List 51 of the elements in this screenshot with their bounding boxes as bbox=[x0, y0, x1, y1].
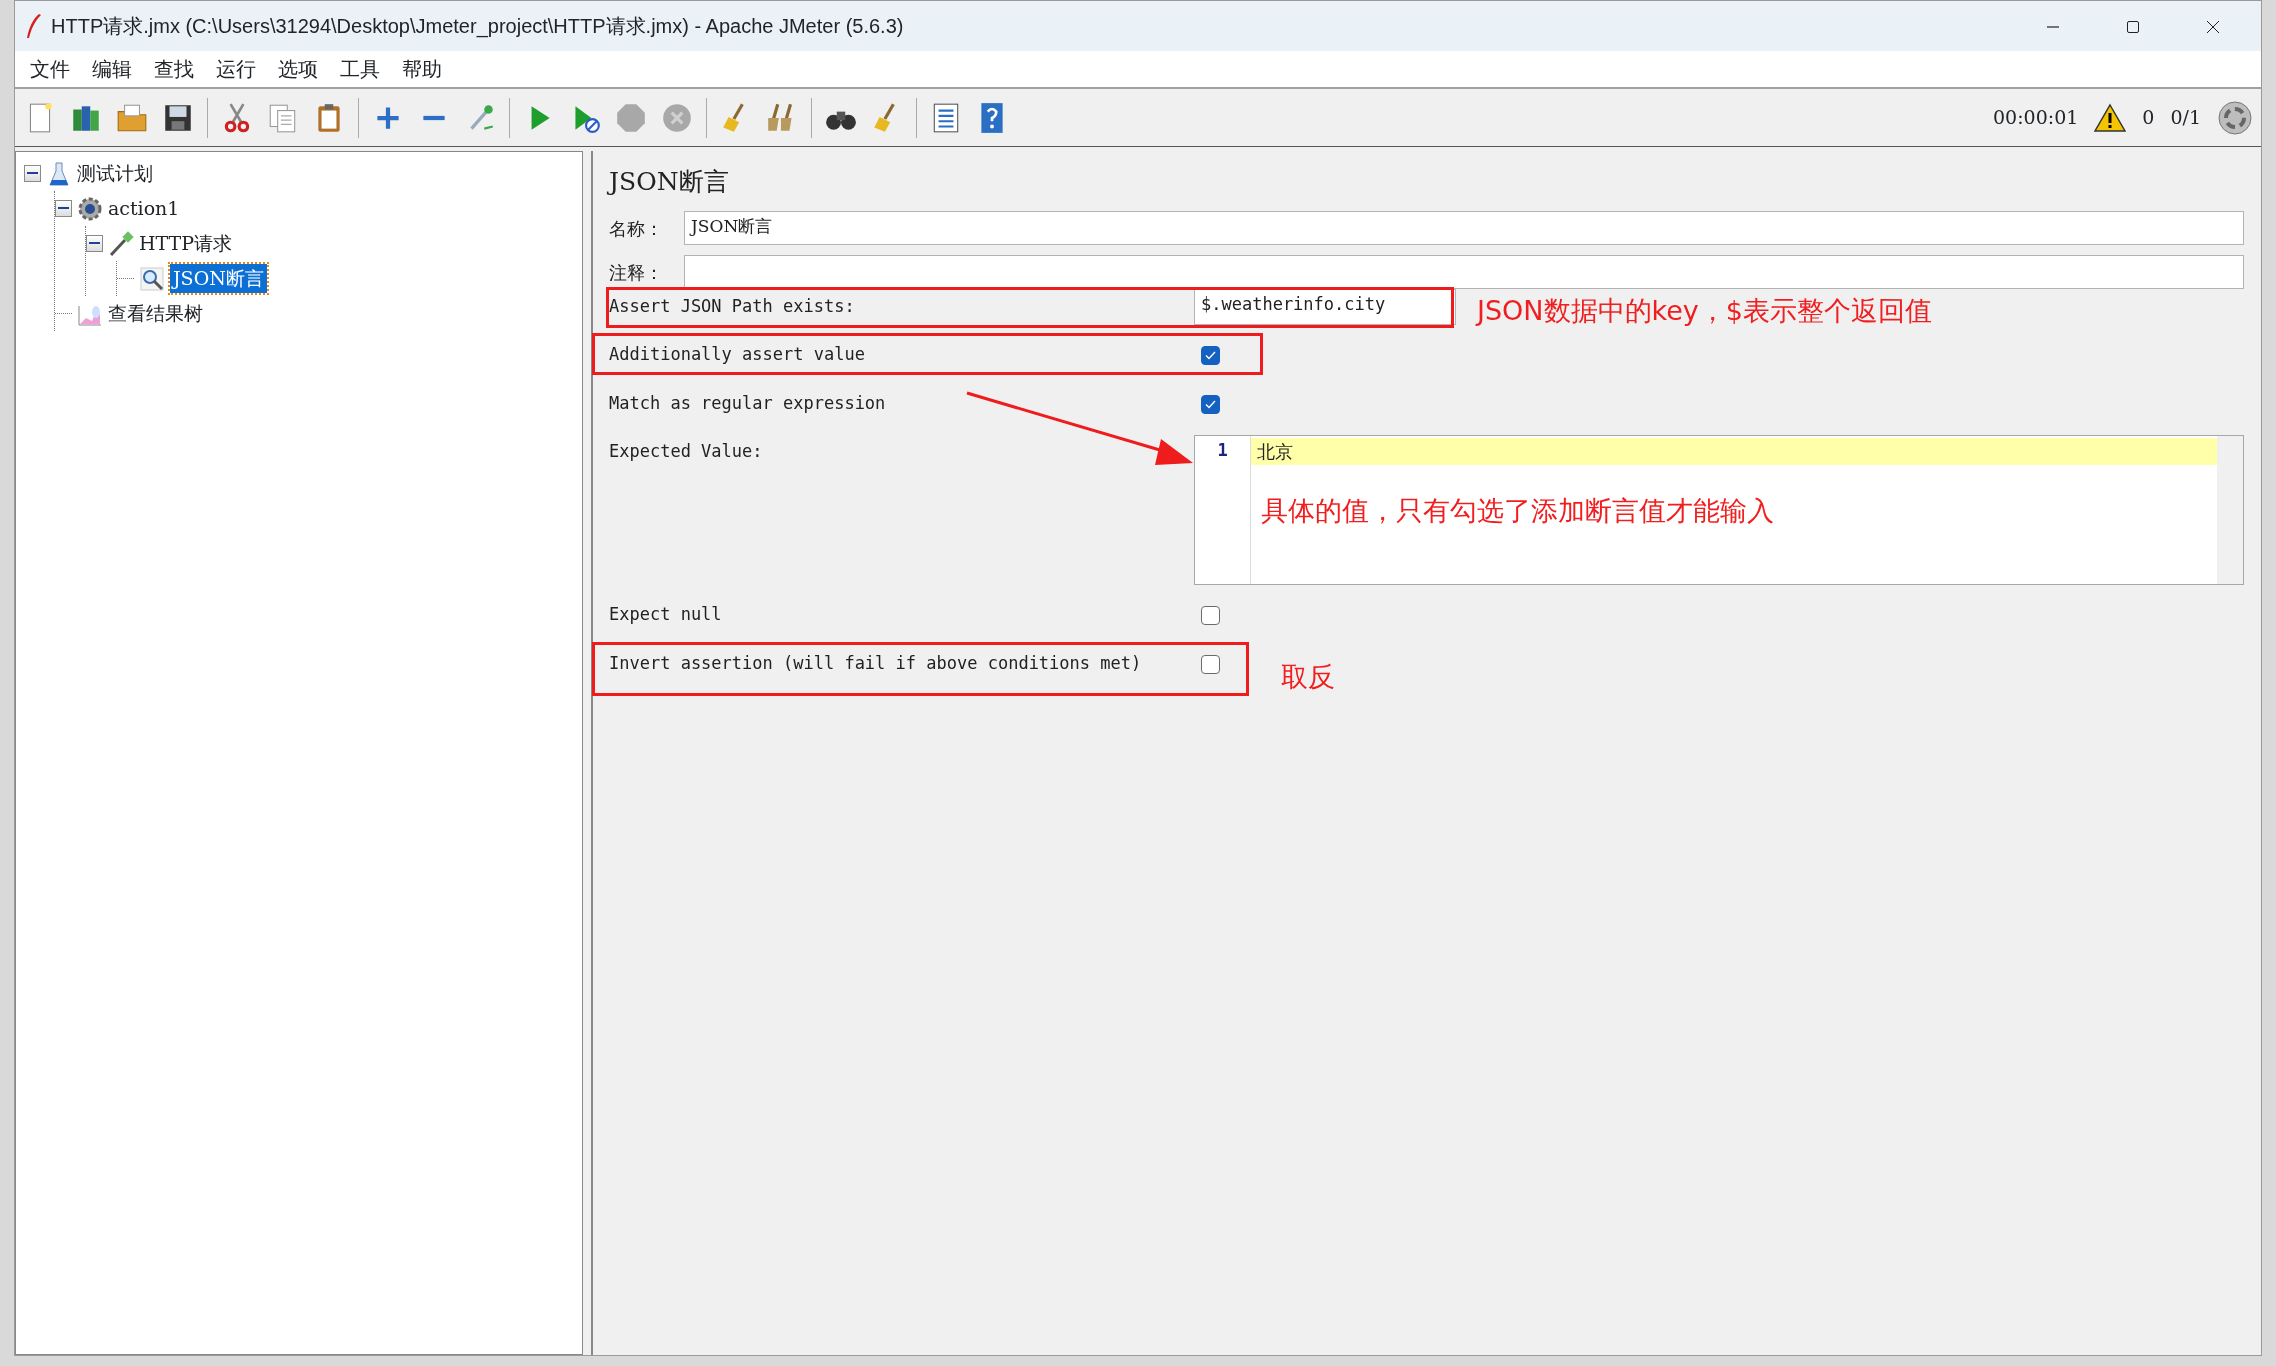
collapse-toggle[interactable] bbox=[86, 235, 103, 252]
collapse-toggle[interactable] bbox=[24, 165, 41, 182]
checkmark-icon bbox=[1205, 350, 1216, 360]
menu-item[interactable]: 帮助 bbox=[391, 54, 453, 84]
tree-item-label[interactable]: JSON断言 bbox=[170, 264, 267, 293]
elapsed-time: 00:00:01 bbox=[1993, 105, 2079, 131]
error-count: 0 bbox=[2142, 105, 2155, 131]
tree-item-label[interactable]: HTTP请求 bbox=[139, 229, 233, 258]
minus-icon bbox=[58, 207, 69, 210]
minus-icon bbox=[89, 242, 100, 245]
checkbox[interactable] bbox=[1201, 394, 1220, 414]
tree-item-label[interactable]: 查看结果树 bbox=[108, 299, 203, 328]
minimize-icon bbox=[2046, 25, 2060, 28]
name-field[interactable]: JSON断言 bbox=[684, 211, 2244, 245]
minus-icon bbox=[27, 172, 38, 175]
menu-item[interactable]: 选项 bbox=[267, 54, 329, 84]
line-number: 1 bbox=[1216, 439, 1229, 462]
pipette-icon bbox=[107, 229, 135, 258]
window-title: HTTP请求.jmx (C:\Users\31294\Desktop\Jmeter_project\HTTP请求.jmx) - Apache JMeter (5.6.3) bbox=[51, 14, 904, 40]
menu-item[interactable]: 编辑 bbox=[81, 54, 143, 84]
comment-field[interactable] bbox=[684, 255, 2244, 289]
menu-item[interactable]: 工具 bbox=[329, 54, 391, 84]
option-label: Expected Value: bbox=[609, 440, 764, 463]
panel-title: JSON断言 bbox=[609, 166, 730, 199]
annotation-text: JSON数据中的key，$表示整个返回值 bbox=[1477, 294, 1932, 328]
menu-item[interactable]: 查找 bbox=[143, 54, 205, 84]
checkbox[interactable] bbox=[1201, 654, 1220, 674]
collapse-toggle[interactable] bbox=[55, 200, 72, 217]
checkbox[interactable] bbox=[1201, 605, 1220, 625]
option-label: Expect null bbox=[609, 603, 723, 627]
annotation-text: 具体的值，只有勾选了添加断言值才能输入 bbox=[1261, 494, 1774, 528]
menu-item[interactable]: 运行 bbox=[205, 54, 267, 84]
checkmark-icon bbox=[1205, 399, 1216, 409]
warning-icon[interactable] bbox=[2094, 102, 2127, 133]
annotation-text: 取反 bbox=[1281, 660, 1335, 694]
field-label: 注释： bbox=[609, 260, 664, 285]
option-label: Assert JSON Path exists: bbox=[609, 295, 856, 319]
checkbox[interactable] bbox=[1201, 345, 1220, 365]
tree-item-label[interactable]: 测试计划 bbox=[77, 159, 153, 188]
tree-item-label[interactable]: action1 bbox=[108, 194, 180, 223]
option-label: Invert assertion (will fail if above conditions met) bbox=[609, 652, 1143, 676]
status-indicator-icon bbox=[2217, 99, 2253, 136]
thread-count: 0/1 bbox=[2170, 105, 2201, 131]
magnifier-icon bbox=[138, 264, 166, 293]
json-path-field[interactable]: $.weatherinfo.city bbox=[1194, 289, 1456, 325]
maximize-icon bbox=[2126, 19, 2140, 34]
field-label: 名称： bbox=[609, 216, 664, 241]
option-label: Additionally assert value bbox=[609, 343, 866, 367]
close-icon bbox=[2206, 19, 2220, 34]
option-label: Match as regular expression bbox=[609, 392, 887, 416]
menu-item[interactable]: 文件 bbox=[19, 54, 81, 84]
